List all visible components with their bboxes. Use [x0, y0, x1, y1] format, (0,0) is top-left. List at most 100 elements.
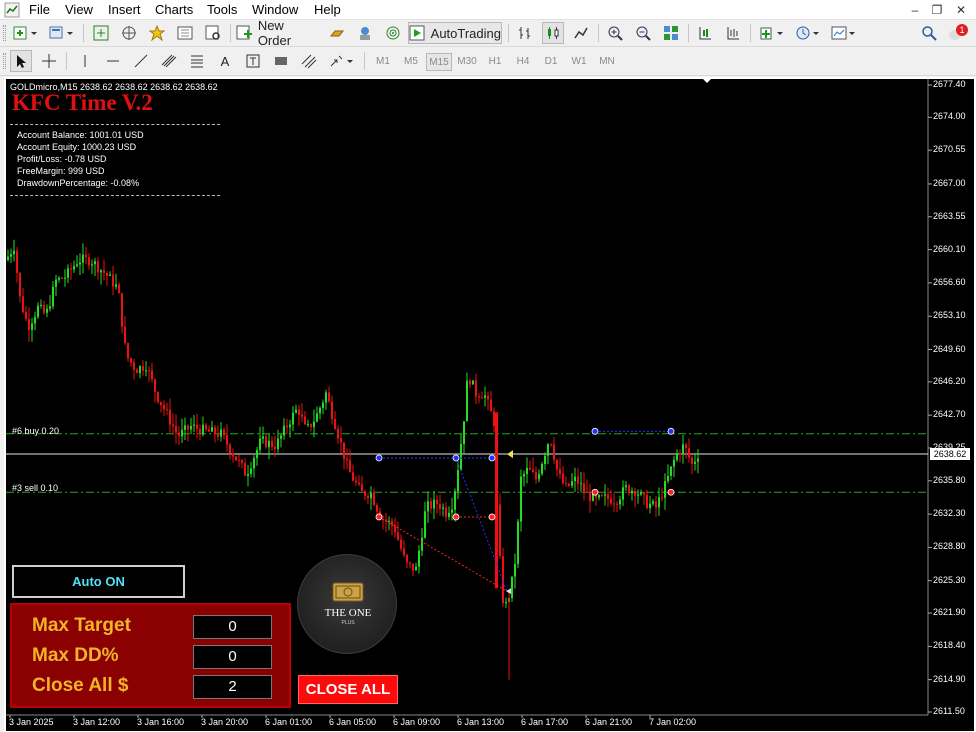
- candle-body: [607, 494, 609, 499]
- candle-body: [100, 270, 102, 273]
- close-icon[interactable]: ✕: [950, 1, 972, 19]
- auto-on-button[interactable]: Auto ON: [12, 565, 185, 598]
- bar-chart-icon[interactable]: [514, 22, 536, 44]
- horizontal-line-icon[interactable]: [102, 50, 124, 72]
- candle-body: [544, 455, 546, 464]
- timeframe-h4[interactable]: H4: [510, 53, 536, 71]
- candle-body: [232, 453, 234, 457]
- candle-body: [244, 463, 246, 476]
- candlestick-chart-icon[interactable]: [542, 22, 564, 44]
- candle-body: [247, 473, 249, 476]
- periods-button[interactable]: [792, 22, 824, 44]
- profiles-button[interactable]: [46, 22, 78, 44]
- auto-scroll-icon[interactable]: [722, 22, 744, 44]
- market-watch-icon[interactable]: [90, 22, 112, 44]
- timeframe-w1[interactable]: W1: [566, 53, 592, 71]
- trendline-icon[interactable]: [130, 50, 152, 72]
- templates-button[interactable]: [828, 22, 860, 44]
- strategy-tester-icon[interactable]: [202, 22, 224, 44]
- toolbar-grip[interactable]: [3, 25, 6, 41]
- menu-charts[interactable]: Charts: [155, 2, 193, 18]
- chart-shift-icon[interactable]: [694, 22, 716, 44]
- candle-body: [40, 304, 42, 306]
- candle-body: [571, 481, 573, 486]
- close-all-amount-input[interactable]: 2: [193, 675, 272, 699]
- signals-icon[interactable]: [382, 22, 404, 44]
- candle-body: [625, 485, 627, 488]
- indicators-button[interactable]: [756, 22, 788, 44]
- time-tick-label: 6 Jan 09:00: [393, 717, 441, 727]
- timeframe-mn[interactable]: MN: [594, 53, 620, 71]
- channel-icon[interactable]: [298, 50, 320, 72]
- close-all-button[interactable]: CLOSE ALL: [298, 675, 398, 704]
- candle-body: [559, 469, 561, 474]
- timeframe-m1[interactable]: M1: [370, 53, 396, 71]
- sell-entry-marker: [452, 513, 460, 521]
- candle-body: [463, 421, 465, 444]
- zoom-in-icon[interactable]: [604, 22, 626, 44]
- timeframe-m15[interactable]: M15: [426, 53, 452, 71]
- metaeditor-icon[interactable]: [354, 22, 376, 44]
- max-target-input[interactable]: 0: [193, 615, 272, 639]
- autotrading-button[interactable]: AutoTrading: [408, 22, 502, 44]
- toolbar-grip[interactable]: [3, 53, 6, 69]
- candle-body: [220, 429, 222, 437]
- candle-body: [94, 261, 96, 265]
- rectangle-icon[interactable]: [270, 50, 292, 72]
- navigator-icon[interactable]: [118, 22, 140, 44]
- candle-body: [85, 254, 87, 258]
- arrows-button[interactable]: [326, 50, 358, 72]
- candle-body: [172, 424, 174, 427]
- menu-file[interactable]: File: [29, 2, 50, 18]
- candle-body: [196, 424, 198, 430]
- menu-window[interactable]: Window: [252, 2, 298, 18]
- vertical-line-icon[interactable]: [74, 50, 96, 72]
- notifications-icon[interactable]: 1: [945, 22, 971, 44]
- candle-body: [478, 396, 480, 398]
- candle-body: [139, 366, 141, 374]
- tile-windows-icon[interactable]: [660, 22, 682, 44]
- timeframe-m30[interactable]: M30: [454, 53, 480, 71]
- menu-view[interactable]: View: [65, 2, 93, 18]
- text-tool-button[interactable]: A: [214, 50, 236, 72]
- new-order-button[interactable]: New Order: [236, 18, 320, 48]
- candle-body: [436, 499, 438, 505]
- menu-bar: File View Insert Charts Tools Window Hel…: [0, 0, 976, 20]
- timeframe-m5[interactable]: M5: [398, 53, 424, 71]
- candle-body: [328, 392, 330, 402]
- candle-body: [679, 453, 681, 455]
- candle-body: [514, 563, 516, 577]
- search-icon[interactable]: [918, 22, 940, 44]
- logo-text: THE ONE: [324, 607, 372, 619]
- candle-body: [448, 512, 450, 517]
- favorites-star-icon[interactable]: [146, 22, 168, 44]
- candle-body: [403, 548, 405, 555]
- equidistant-channel-icon[interactable]: [158, 50, 180, 72]
- price-tick-label: 2667.00: [933, 177, 966, 188]
- menu-tools[interactable]: Tools: [207, 2, 237, 18]
- menu-insert[interactable]: Insert: [108, 2, 141, 18]
- price-tick-label: 2621.90: [933, 607, 966, 618]
- new-chart-button[interactable]: [10, 22, 42, 44]
- candle-body: [331, 401, 333, 419]
- candle-body: [238, 460, 240, 462]
- fibonacci-icon[interactable]: [186, 50, 208, 72]
- minimize-icon[interactable]: –: [904, 1, 926, 19]
- line-chart-icon[interactable]: [570, 22, 592, 44]
- timeframe-d1[interactable]: D1: [538, 53, 564, 71]
- svg-text:1: 1: [959, 25, 964, 35]
- candle-body: [352, 472, 354, 481]
- zoom-out-icon[interactable]: [632, 22, 654, 44]
- candle-body: [124, 326, 126, 344]
- text-label-icon[interactable]: [242, 50, 264, 72]
- account-equity: Account Equity: 1000.23 USD: [17, 142, 137, 152]
- price-tick-label: 2656.60: [933, 276, 966, 287]
- crosshair-icon[interactable]: [38, 50, 60, 72]
- data-window-icon[interactable]: [174, 22, 196, 44]
- timeframe-h1[interactable]: H1: [482, 53, 508, 71]
- menu-help[interactable]: Help: [314, 2, 341, 18]
- max-dd-input[interactable]: 0: [193, 645, 272, 669]
- gold-bars-icon[interactable]: [326, 22, 348, 44]
- restore-icon[interactable]: ❐: [926, 1, 948, 19]
- cursor-icon[interactable]: [10, 50, 32, 72]
